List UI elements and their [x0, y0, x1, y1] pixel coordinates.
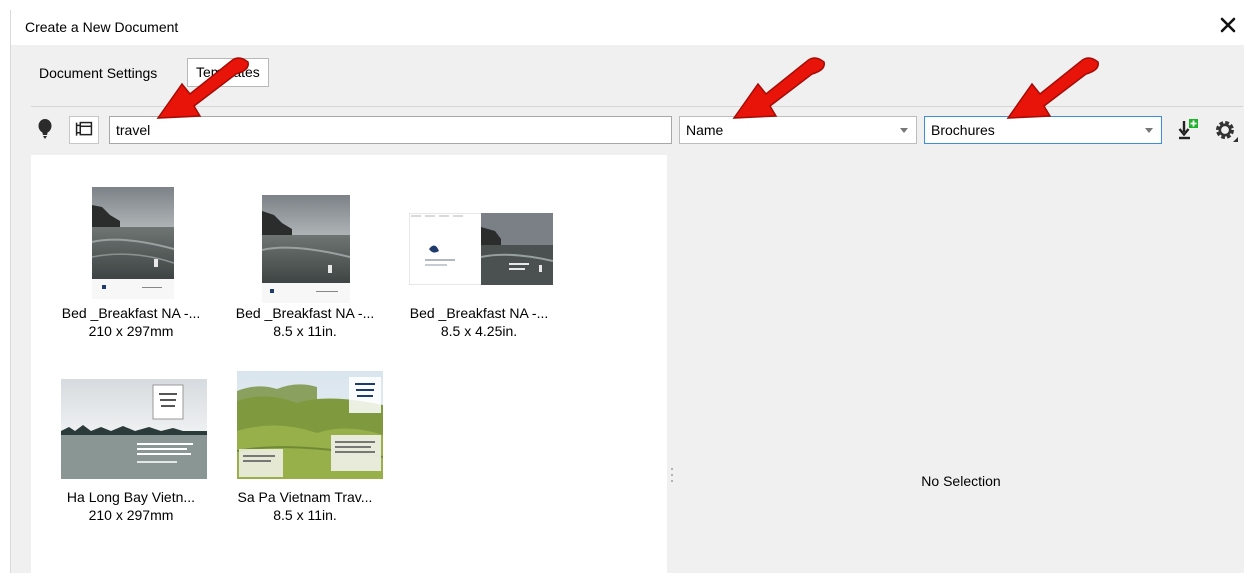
chevron-down-icon [1145, 128, 1153, 133]
sort-by-value: Name [686, 122, 724, 138]
import-template-icon[interactable] [1177, 118, 1199, 142]
template-size: 8.5 x 11in. [273, 323, 337, 339]
lightbulb-icon[interactable] [37, 118, 53, 140]
template-thumbnail [262, 195, 350, 303]
template-size: 8.5 x 4.25in. [440, 323, 518, 339]
title-bar: Create a New Document [11, 10, 1244, 45]
template-size: 210 x 297mm [88, 507, 174, 523]
template-item[interactable]: Ha Long Bay Vietn... 210 x 297mm [51, 375, 211, 535]
tab-document-settings[interactable]: Document Settings [37, 58, 159, 88]
template-grid: Bed _Breakfast NA -... 210 x 297mm Bed _… [31, 155, 667, 573]
annotation-arrow-search [156, 57, 249, 119]
panel-splitter[interactable] [671, 465, 673, 489]
template-name: Bed _Breakfast NA -... [61, 305, 201, 321]
template-size: 8.5 x 11in. [273, 507, 337, 523]
template-name: Bed _Breakfast NA -... [235, 305, 375, 321]
template-name: Ha Long Bay Vietn... [66, 489, 196, 505]
folder-tree-icon [75, 121, 93, 136]
template-item[interactable]: Sa Pa Vietnam Trav... 8.5 x 11in. [225, 371, 385, 535]
gear-icon[interactable] [1213, 118, 1239, 144]
no-selection-label: No Selection [921, 473, 1001, 489]
template-thumbnail [92, 187, 174, 299]
template-thumbnail [61, 375, 207, 479]
close-icon[interactable] [1217, 12, 1239, 40]
template-item[interactable]: Bed _Breakfast NA -... 210 x 297mm [51, 185, 211, 355]
template-thumbnail [409, 213, 553, 285]
annotation-arrow-category [1006, 57, 1099, 119]
template-name: Sa Pa Vietnam Trav... [237, 489, 373, 505]
chevron-down-icon [900, 128, 908, 133]
template-item[interactable]: Bed _Breakfast NA -... 8.5 x 11in. [225, 185, 385, 355]
category-value: Brochures [931, 122, 995, 138]
template-item[interactable]: Bed _Breakfast NA -... 8.5 x 4.25in. [399, 185, 559, 355]
annotation-arrow-sort [732, 57, 825, 119]
folder-tree-button[interactable] [69, 116, 99, 144]
template-preview-panel: No Selection [677, 155, 1244, 573]
template-name: Bed _Breakfast NA -... [409, 305, 549, 321]
dialog-title: Create a New Document [25, 19, 179, 35]
template-size: 210 x 297mm [88, 323, 174, 339]
template-thumbnail [237, 371, 383, 479]
